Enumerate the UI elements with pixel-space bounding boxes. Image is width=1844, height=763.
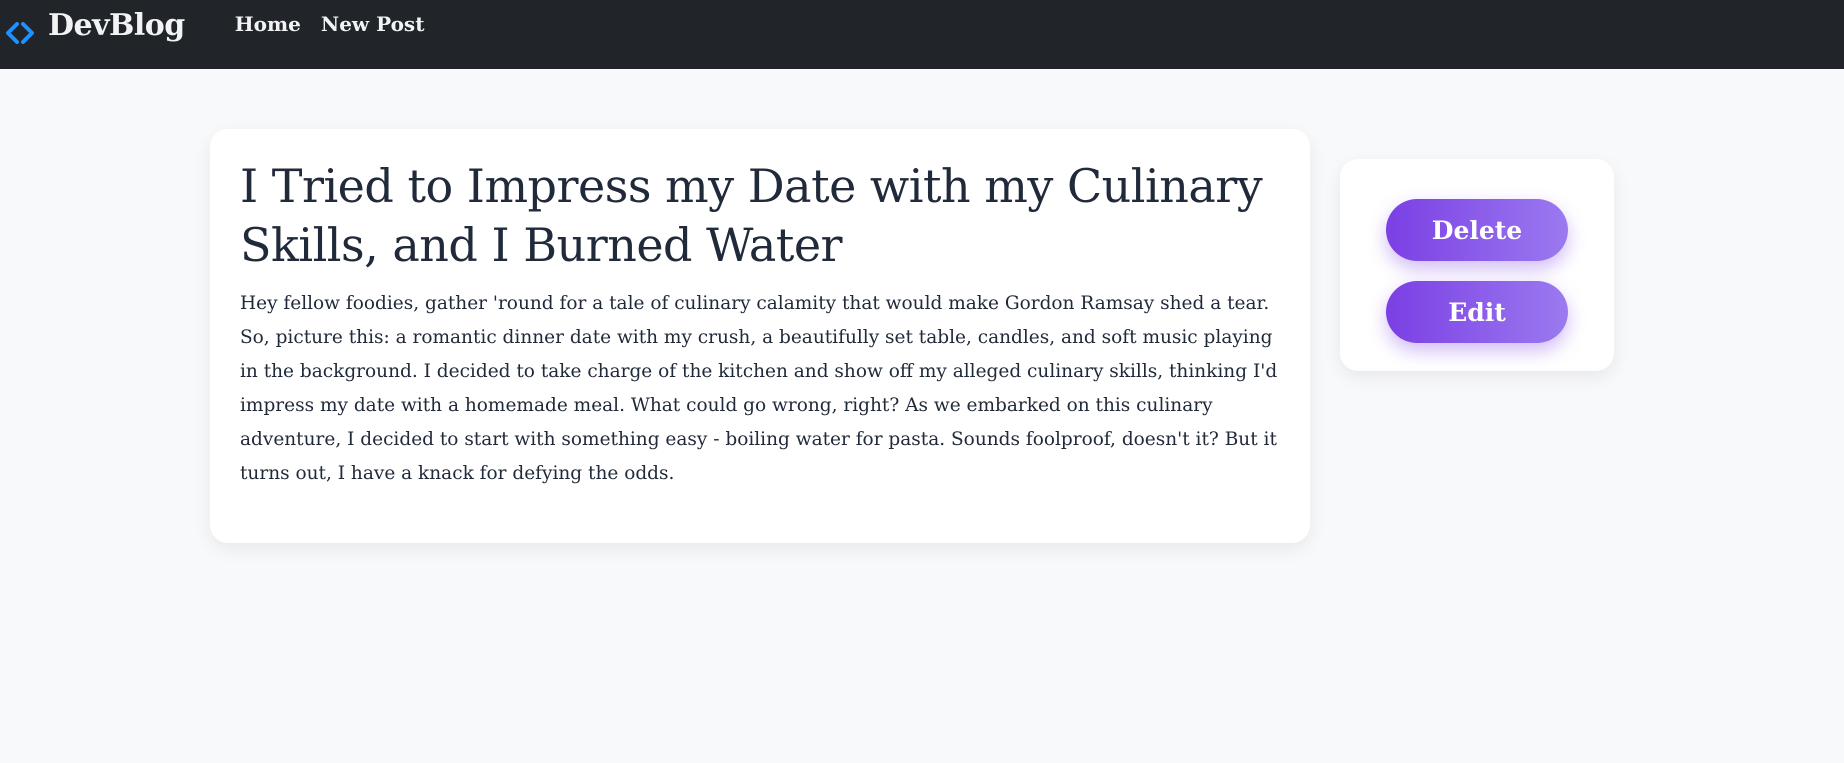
code-brackets-icon (6, 21, 34, 44)
post-body: Hey fellow foodies, gather 'round for a … (240, 293, 1278, 484)
post-actions-card: Delete Edit (1340, 159, 1614, 371)
brand-name: DevBlog (48, 8, 185, 43)
brand-link[interactable]: DevBlog (6, 8, 185, 44)
delete-button[interactable]: Delete (1386, 199, 1568, 261)
edit-button[interactable]: Edit (1386, 281, 1568, 343)
nav-link-new-post[interactable]: New Post (321, 12, 425, 36)
nav-links: Home New Post (235, 12, 445, 36)
post-title: I Tried to Impress my Date with my Culin… (240, 159, 1263, 272)
top-navbar: DevBlog Home New Post (0, 0, 1844, 69)
nav-link-home[interactable]: Home (235, 12, 301, 36)
post-card: I Tried to Impress my Date with my Culin… (210, 129, 1310, 543)
